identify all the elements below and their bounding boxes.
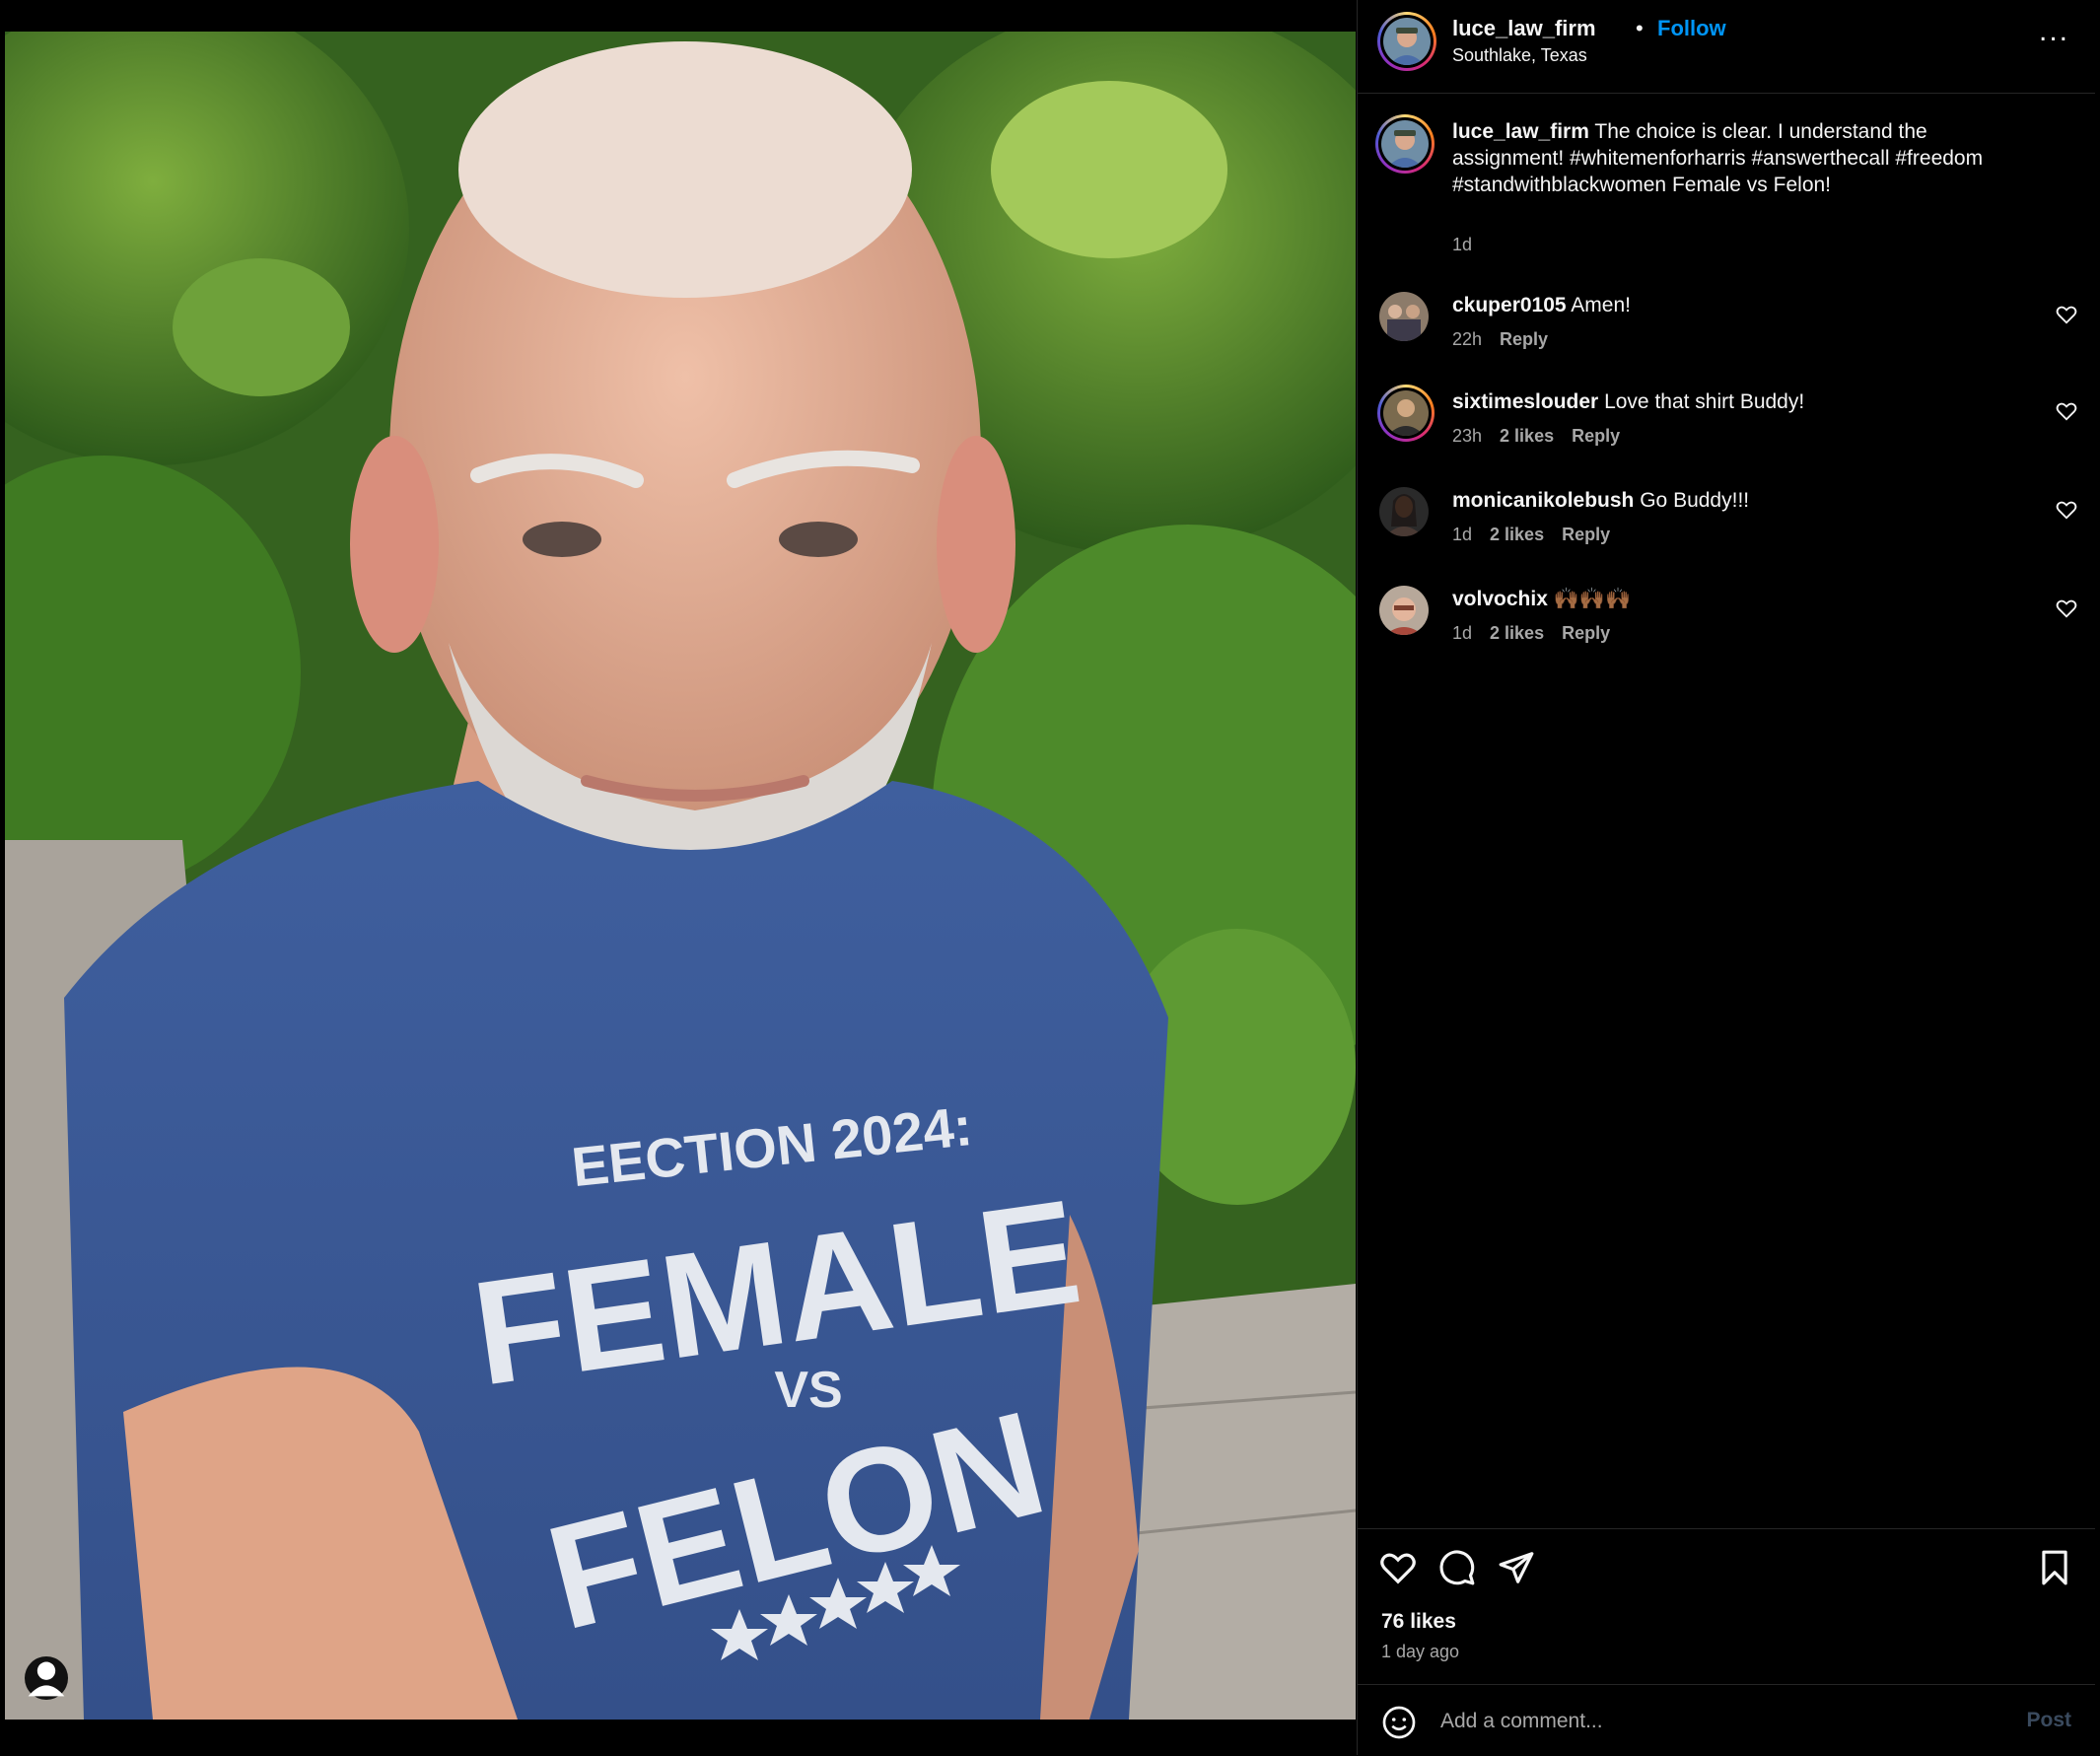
reply-button[interactable]: Reply — [1500, 329, 1548, 349]
add-comment-bar: Post — [1358, 1684, 2095, 1756]
heart-icon[interactable] — [2056, 499, 2077, 521]
caption-body: luce_law_firm The choice is clear. I und… — [1452, 118, 2044, 198]
heart-icon[interactable] — [2056, 400, 2077, 422]
caption-time[interactable]: 1d — [1452, 235, 1472, 255]
comment-likes[interactable]: 2 likes — [1500, 426, 1554, 446]
commenter-avatar[interactable] — [1379, 292, 1429, 341]
caption-avatar-image — [1381, 120, 1429, 168]
comment-time[interactable]: 23h — [1452, 426, 1482, 446]
commenter-avatar-image — [1379, 487, 1429, 536]
comment-item: ckuper0105 Amen! 22h Reply — [1358, 292, 2095, 381]
shirt-line-3: VS — [774, 1362, 842, 1419]
comment-username[interactable]: volvochix — [1452, 588, 1548, 610]
commenter-avatar[interactable] — [1377, 385, 1435, 442]
comment-icon[interactable] — [1438, 1549, 1476, 1586]
caption-avatar[interactable] — [1375, 114, 1435, 174]
commenter-avatar-image — [1383, 390, 1429, 436]
post-image[interactable]: EECTION 2024: FEMALE VS FELON — [5, 32, 1356, 1720]
comment-username[interactable]: monicanikolebush — [1452, 489, 1634, 512]
post-sidebar: luce_law_firm • Follow Southlake, Texas … — [1357, 0, 2095, 1755]
comment-item: volvochix 🙌🏾🙌🏾🙌🏾 1d 2 likes Reply — [1358, 586, 2095, 674]
more-icon[interactable]: ... — [2039, 17, 2069, 46]
comment-likes[interactable]: 2 likes — [1490, 525, 1544, 544]
post-photo: EECTION 2024: FEMALE VS FELON — [5, 32, 1356, 1720]
commenter-avatar-image — [1379, 586, 1429, 635]
comment-item: monicanikolebush Go Buddy!!! 1d 2 likes Re… — [1358, 487, 2095, 576]
emoji-icon[interactable] — [1381, 1705, 1417, 1740]
comment-input[interactable] — [1438, 1703, 1955, 1740]
comment-text: 🙌🏾🙌🏾🙌🏾 — [1553, 588, 1632, 610]
comment-username[interactable]: ckuper0105 — [1452, 294, 1567, 316]
post-header: luce_law_firm • Follow Southlake, Texas … — [1358, 0, 2095, 94]
comment-time[interactable]: 1d — [1452, 525, 1472, 544]
comment-item: sixtimeslouder Love that shirt Buddy! 23… — [1358, 385, 2095, 477]
commenter-avatar[interactable] — [1379, 586, 1429, 635]
post-time[interactable]: 1 day ago — [1381, 1642, 1459, 1662]
user-tag-icon — [28, 1661, 65, 1697]
post-comment-button[interactable]: Post — [2026, 1709, 2071, 1732]
share-icon[interactable] — [1498, 1549, 1535, 1586]
action-bar: 76 likes 1 day ago — [1358, 1528, 2095, 1687]
caption-username[interactable]: luce_law_firm — [1452, 120, 1589, 143]
reply-button[interactable]: Reply — [1562, 623, 1610, 643]
reply-button[interactable]: Reply — [1572, 426, 1620, 446]
like-heart-icon[interactable] — [1379, 1549, 1417, 1586]
comment-likes[interactable]: 2 likes — [1490, 623, 1544, 643]
separator-dot: • — [1636, 16, 1644, 40]
follow-button[interactable]: Follow — [1657, 16, 1726, 41]
author-avatar[interactable] — [1377, 12, 1436, 71]
comment-time[interactable]: 1d — [1452, 623, 1472, 643]
heart-icon[interactable] — [2056, 304, 2077, 325]
commenter-avatar[interactable] — [1379, 487, 1429, 536]
post-location[interactable]: Southlake, Texas — [1452, 45, 1587, 66]
commenter-avatar-image — [1379, 292, 1429, 341]
comment-time[interactable]: 22h — [1452, 329, 1482, 349]
reply-button[interactable]: Reply — [1562, 525, 1610, 544]
heart-icon[interactable] — [2056, 597, 2077, 619]
comment-text: Go Buddy!!! — [1640, 489, 1750, 512]
user-tag-button[interactable] — [25, 1656, 68, 1700]
author-avatar-image — [1383, 18, 1431, 65]
author-username[interactable]: luce_law_firm — [1452, 16, 1596, 41]
bookmark-icon[interactable] — [2036, 1549, 2073, 1586]
comment-text: Love that shirt Buddy! — [1604, 390, 1805, 413]
comment-text: Amen! — [1571, 294, 1631, 316]
comment-username[interactable]: sixtimeslouder — [1452, 390, 1598, 413]
likes-count[interactable]: 76 likes — [1381, 1610, 1456, 1634]
